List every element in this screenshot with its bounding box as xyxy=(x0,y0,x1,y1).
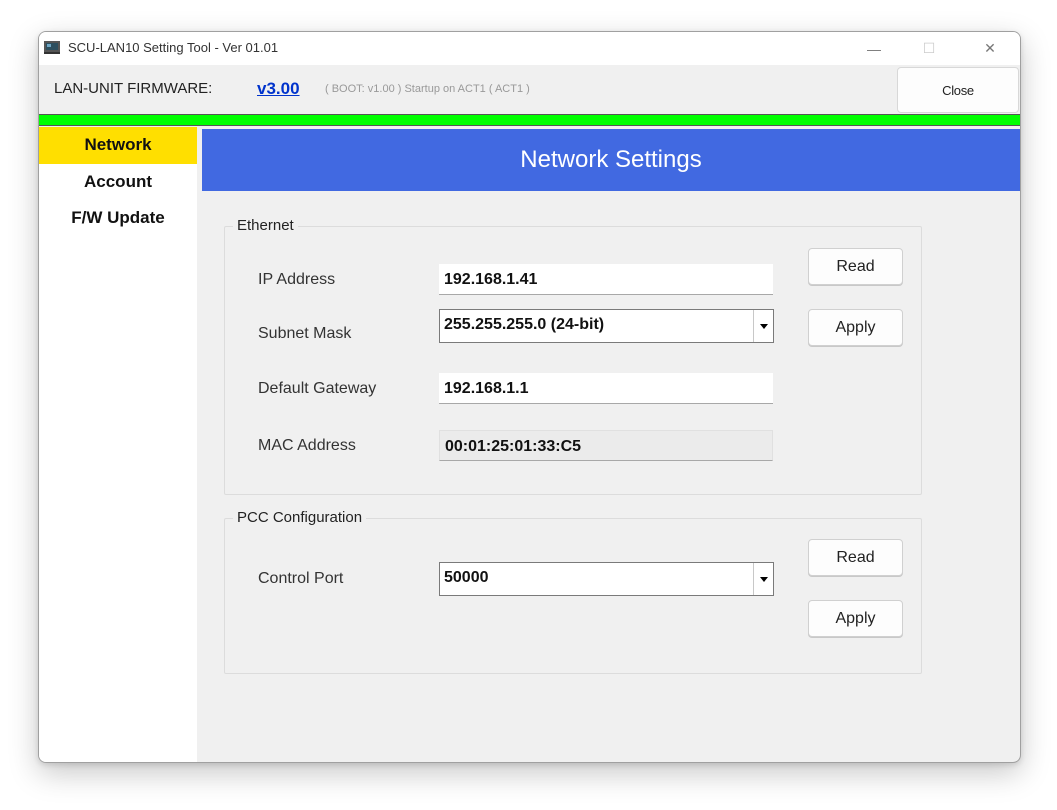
firmware-label: LAN-UNIT FIRMWARE: xyxy=(54,80,213,97)
pcc-configuration-group: PCC Configuration Control Port 50000 Rea… xyxy=(224,509,922,674)
maximize-button[interactable]: ☐ xyxy=(906,32,952,65)
ethernet-apply-button[interactable]: Apply xyxy=(808,309,903,346)
ip-address-label: IP Address xyxy=(258,271,336,288)
pcc-read-button[interactable]: Read xyxy=(808,539,903,576)
window-close-button[interactable]: ✕ xyxy=(967,32,1013,65)
mac-address-label: MAC Address xyxy=(258,437,356,454)
status-indicator-bar xyxy=(39,114,1020,126)
subnet-mask-value: 255.255.255.0 (24-bit) xyxy=(444,316,605,333)
firmware-header: LAN-UNIT FIRMWARE: v3.00 ( BOOT: v1.00 )… xyxy=(39,65,1020,113)
boot-info: ( BOOT: v1.00 ) Startup on ACT1 ( ACT1 ) xyxy=(325,83,530,95)
sidebar: Network Account F/W Update xyxy=(39,127,197,762)
maximize-icon: ☐ xyxy=(922,40,936,56)
ethernet-group: Ethernet IP Address 192.168.1.41 Subnet … xyxy=(224,217,922,495)
minimize-button[interactable]: — xyxy=(851,32,897,65)
control-port-value: 50000 xyxy=(444,569,489,586)
sidebar-item-network[interactable]: Network xyxy=(39,127,197,164)
default-gateway-label: Default Gateway xyxy=(258,380,377,397)
control-port-select[interactable]: 50000 xyxy=(439,562,774,596)
pcc-apply-button[interactable]: Apply xyxy=(808,600,903,637)
app-icon xyxy=(44,41,60,54)
ip-address-input[interactable]: 192.168.1.41 xyxy=(439,264,773,295)
window-title: SCU-LAN10 Setting Tool - Ver 01.01 xyxy=(68,40,279,55)
pcc-group-label: PCC Configuration xyxy=(233,509,367,526)
firmware-version-link[interactable]: v3.00 xyxy=(257,79,300,99)
control-port-label: Control Port xyxy=(258,570,344,587)
page-title: Network Settings xyxy=(202,129,1020,191)
mac-address-field: 00:01:25:01:33:C5 xyxy=(439,430,773,461)
chevron-down-icon[interactable] xyxy=(753,563,773,595)
ethernet-group-label: Ethernet xyxy=(233,217,298,234)
sidebar-item-fw-update[interactable]: F/W Update xyxy=(39,200,197,236)
subnet-mask-label: Subnet Mask xyxy=(258,325,352,342)
subnet-mask-select[interactable]: 255.255.255.0 (24-bit) xyxy=(439,309,774,343)
ethernet-read-button[interactable]: Read xyxy=(808,248,903,285)
close-button[interactable]: Close xyxy=(897,67,1019,113)
default-gateway-input[interactable]: 192.168.1.1 xyxy=(439,373,773,404)
title-bar: SCU-LAN10 Setting Tool - Ver 01.01 — ☐ ✕ xyxy=(39,32,1020,65)
sidebar-item-account[interactable]: Account xyxy=(39,164,197,200)
chevron-down-icon[interactable] xyxy=(753,310,773,342)
app-window: SCU-LAN10 Setting Tool - Ver 01.01 — ☐ ✕… xyxy=(38,31,1021,763)
